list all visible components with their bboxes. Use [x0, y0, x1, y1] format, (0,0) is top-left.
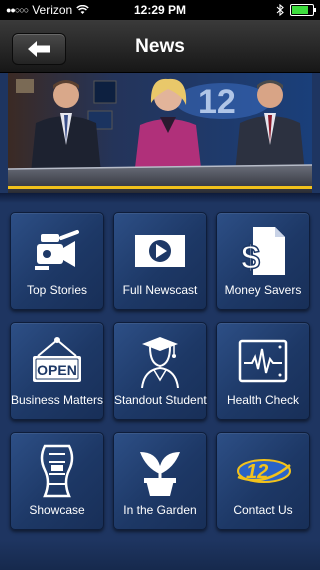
tile-business-matters[interactable]: OPEN Business Matters: [10, 322, 104, 420]
money-document-icon: $: [217, 223, 309, 279]
banner-divider: [0, 193, 320, 203]
tile-in-the-garden[interactable]: In the Garden: [113, 432, 207, 530]
film-strip-icon: [11, 443, 103, 499]
news-anchors-banner: 12: [8, 73, 312, 193]
tile-label: Showcase: [29, 503, 85, 517]
status-right: [276, 4, 316, 16]
signal-strength-icon: ●●○○○: [6, 5, 29, 15]
tile-money-savers[interactable]: $ Money Savers: [216, 212, 310, 310]
page-title: News: [135, 36, 185, 57]
tile-health-check[interactable]: Health Check: [216, 322, 310, 420]
svg-text:$: $: [241, 239, 260, 277]
tile-showcase[interactable]: Showcase: [10, 432, 104, 530]
section-grid: Top Stories Full Newscast $ Money Savers: [10, 212, 310, 530]
tile-label: Standout Student: [114, 393, 207, 407]
video-camera-icon: [11, 223, 103, 279]
bluetooth-icon: [276, 4, 284, 16]
tile-label: Money Savers: [224, 283, 302, 297]
plant-icon: [114, 443, 206, 499]
tile-label: Business Matters: [11, 393, 104, 407]
wifi-icon: [76, 5, 89, 14]
open-sign-icon: OPEN: [11, 333, 103, 389]
tile-full-newscast[interactable]: Full Newscast: [113, 212, 207, 310]
tile-contact-us[interactable]: 12 Contact Us: [216, 432, 310, 530]
navigation-bar: News: [0, 20, 320, 73]
open-sign-text: OPEN: [37, 362, 77, 378]
heartbeat-monitor-icon: [217, 333, 309, 389]
tile-label: In the Garden: [123, 503, 197, 517]
carrier-name: Verizon: [32, 3, 73, 17]
channel-12-logo-icon: 12: [217, 443, 309, 499]
news-studio-image: 12: [8, 73, 312, 193]
status-bar: ●●○○○ Verizon 12:29 PM: [0, 0, 320, 20]
tile-label: Top Stories: [26, 283, 88, 297]
tile-top-stories[interactable]: Top Stories: [10, 212, 104, 310]
tile-label: Contact Us: [233, 503, 293, 517]
tile-standout-student[interactable]: Standout Student: [113, 322, 207, 420]
carrier-info: ●●○○○ Verizon: [6, 3, 89, 17]
graduate-icon: [114, 333, 206, 389]
play-icon: [114, 223, 206, 279]
bottom-background: [0, 540, 320, 570]
battery-icon: [290, 4, 316, 16]
tile-label: Health Check: [226, 393, 300, 407]
logo-text: 12: [246, 461, 268, 483]
hero-logo-text: 12: [198, 83, 236, 121]
tile-label: Full Newscast: [122, 283, 198, 297]
